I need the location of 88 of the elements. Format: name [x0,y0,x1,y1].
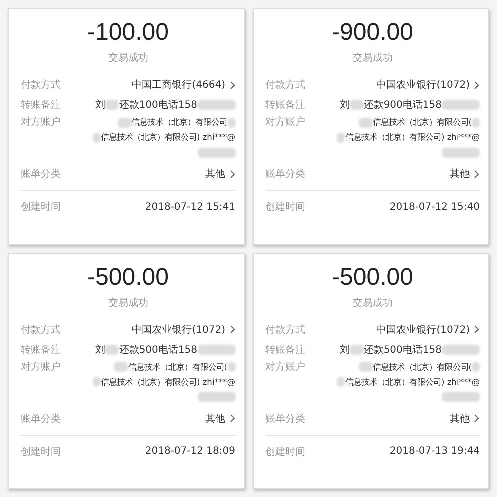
redaction-block [472,362,480,372]
amount: -100.00 [86,19,170,47]
field-label: 账单分类 [266,168,306,181]
status-text: 交易成功 [352,296,394,310]
chevron-icon [474,80,480,90]
field-label: 对方账户 [266,116,306,129]
account-text: 信息技术（北京）有限公司) zhi***@ [100,376,236,388]
chevron-icon [474,414,480,423]
category-value[interactable]: 其他 [450,167,470,181]
redaction-block [228,362,236,372]
field-label: 账单分类 [21,412,62,426]
redaction-block [228,118,236,128]
chevron-icon [474,325,480,334]
redaction-block [442,148,480,158]
redaction-block [442,392,480,402]
status-text: 交易成功 [107,52,150,65]
field-label: 付款方式 [21,324,62,336]
redaction-block [350,100,364,110]
remark-text: 还款900电话158 [364,98,442,112]
field-label: 账单分类 [266,412,306,426]
created-time: 2018-07-12 15:41 [145,202,236,212]
amount: -500.00 [86,264,170,292]
remark-text: 还款500电话158 [119,344,198,356]
chevron-icon [230,80,236,90]
payment-method[interactable]: 中国农业银行(1072) [376,78,470,92]
amount: -900.00 [331,19,414,47]
redaction-block [442,100,480,110]
remark-text: 刘 [340,344,350,356]
field-label: 转账备注 [266,98,306,112]
account-text: 信息技术（北京）有限公司 [132,117,228,128]
payment-method[interactable]: 中国工商银行(4664) [132,78,226,92]
chevron-icon [230,170,236,178]
field-label: 付款方式 [266,78,306,92]
chevron-icon [474,170,480,178]
redaction-block [198,344,236,354]
redaction-block [105,100,120,110]
created-time: 2018-07-12 15:40 [390,202,480,212]
remark-text: 还款500电话158 [364,344,442,356]
account-text: 信息技术（北京）有限公司) zhi***@ [345,376,480,388]
remark-text: 刘 [340,98,350,112]
redaction-block [350,344,364,354]
redaction-block [442,344,480,354]
field-label: 对方账户 [21,360,62,374]
category-value[interactable]: 其他 [206,412,226,426]
field-label: 创建时间 [266,446,306,458]
redaction-block [118,118,132,128]
account-text: 信息技术（北京）有限公司( [372,362,472,372]
field-label: 转账备注 [21,344,62,356]
field-label: 对方账户 [266,360,306,374]
category-value[interactable]: 其他 [450,412,470,426]
account-text: 信息技术（北京）有限公司) zhi***@ [100,132,236,143]
redaction-block [358,362,373,372]
redaction-block [198,392,236,402]
field-label: 创建时间 [266,200,306,214]
chevron-icon [230,325,236,334]
redaction-block [337,132,346,142]
redaction-block [337,377,346,387]
account-text: 信息技术（北京）有限公司) zhi***@ [345,132,480,143]
redaction-block [198,100,236,110]
created-time: 2018-07-12 18:09 [145,446,236,457]
status-text: 交易成功 [352,52,394,65]
category-value[interactable]: 其他 [206,167,226,181]
payment-method[interactable]: 中国农业银行(1072) [376,322,470,336]
created-time: 2018-07-13 19:44 [390,446,480,457]
field-label: 账单分类 [21,168,62,181]
redaction-block [358,118,373,128]
field-label: 转账备注 [21,98,62,112]
status-text: 交易成功 [107,296,150,310]
redaction-block [92,377,101,387]
field-label: 创建时间 [21,200,62,214]
chevron-icon [230,414,236,423]
remark-text: 还款100电话158 [119,98,198,112]
field-label: 付款方式 [21,78,62,92]
field-label: 对方账户 [21,116,62,129]
redaction-block [198,148,236,158]
redaction-block [114,362,128,372]
remark-text: 刘 [95,98,106,112]
amount: -500.00 [331,264,414,292]
account-text: 信息技术（北京）有限公司( [372,117,472,128]
payment-method[interactable]: 中国农业银行(1072) [132,322,226,336]
redaction-block [92,132,101,142]
redaction-block [472,118,480,128]
field-label: 付款方式 [266,324,306,336]
field-label: 创建时间 [21,446,62,458]
remark-text: 刘 [95,344,106,356]
redaction-block [105,344,120,354]
field-label: 转账备注 [266,344,306,356]
account-text: 信息技术（北京）有限公司( [128,362,228,372]
